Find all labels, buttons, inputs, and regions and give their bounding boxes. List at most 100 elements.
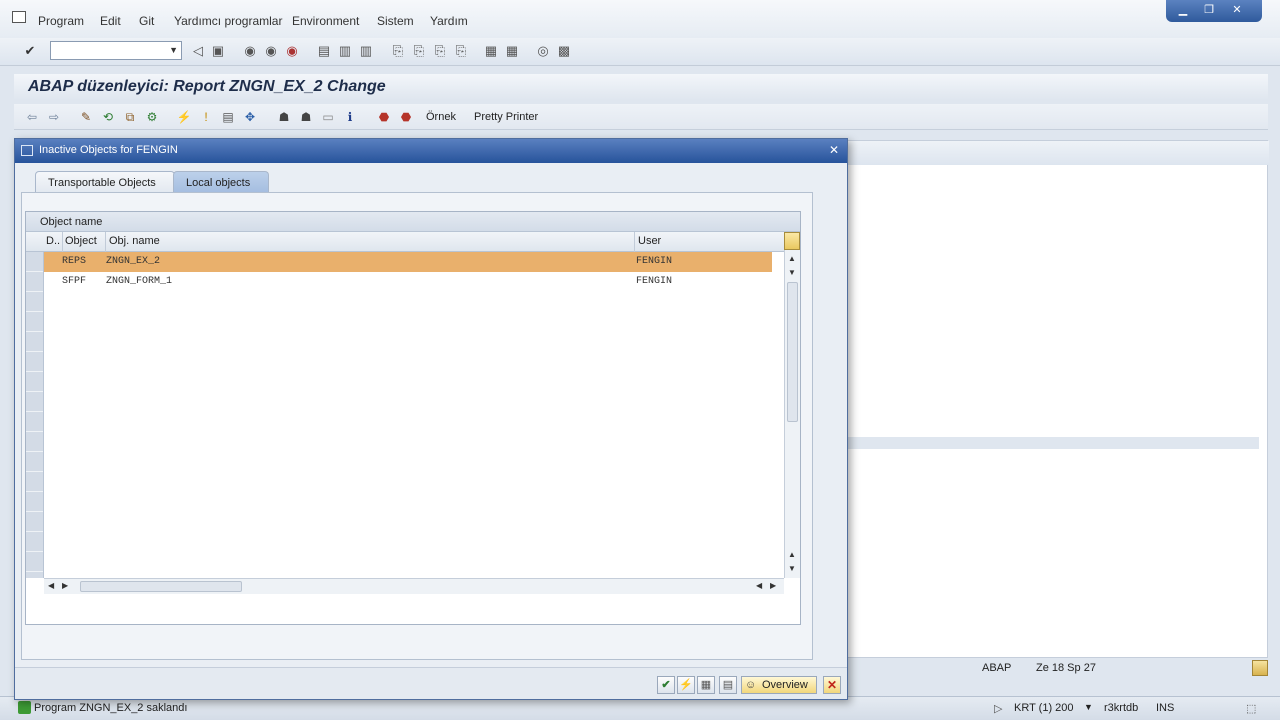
cancel-button[interactable]: ✕: [823, 676, 841, 694]
column-divider[interactable]: [634, 232, 635, 252]
tab-transportable-objects[interactable]: Transportable Objects: [35, 171, 175, 193]
display-change-icon[interactable]: ✎: [78, 109, 94, 125]
first-page-icon[interactable]: ⎘: [390, 43, 406, 59]
back-arrow-icon[interactable]: ⇦: [24, 109, 40, 125]
layout-menu-icon[interactable]: ▩: [556, 43, 572, 59]
restore-icon[interactable]: ❐: [1200, 4, 1218, 17]
scroll-left-icon[interactable]: ◀: [756, 581, 762, 590]
overview-label: Overview: [762, 679, 808, 691]
column-header-user[interactable]: User: [638, 235, 661, 247]
save-icon[interactable]: ▣: [210, 43, 226, 59]
horizontal-scrollbar[interactable]: ◀ ▶ ◀ ▶: [44, 578, 784, 594]
info-icon[interactable]: ℹ: [342, 109, 358, 125]
dialog-title-bar: Inactive Objects for FENGIN ✕: [15, 139, 847, 163]
shortcut-icon[interactable]: ▦: [504, 43, 520, 59]
standard-toolbar: ✔ ▼ ◁ ▣ ◉ ◉ ◉ ▤ ▥ ▥ ⎘ ⎘ ⎘ ⎘ ▦ ▦ ◎ ▩: [0, 38, 1280, 66]
table-row[interactable]: SFPF ZNGN_FORM_1 FENGIN: [44, 272, 772, 292]
system-info: KRT (1) 200: [1014, 702, 1074, 714]
status-info: ABAP Ze 18 Sp 27: [848, 658, 1280, 680]
scroll-up-icon[interactable]: ▲: [788, 550, 796, 559]
activate-icon[interactable]: ⚡: [176, 109, 192, 125]
status-message: Program ZNGN_EX_2 saklandı: [34, 702, 188, 714]
navigate-icon[interactable]: ✥: [242, 109, 258, 125]
scroll-up-icon[interactable]: ▲: [788, 254, 796, 263]
vertical-scrollbar[interactable]: ▲ ▼ ▲ ▼: [784, 232, 800, 578]
column-header-d[interactable]: D..: [46, 235, 60, 247]
navigation-window-icon[interactable]: ☗: [298, 109, 314, 125]
menu-bar: Program Edit Git Yardımcı programlar Env…: [0, 0, 1280, 38]
cancel-icon[interactable]: ◉: [284, 43, 300, 59]
menu-system[interactable]: Sistem: [377, 14, 414, 28]
table-row[interactable]: REPS ZNGN_EX_2 FENGIN: [44, 252, 772, 272]
column-divider[interactable]: [105, 232, 106, 252]
exit-icon[interactable]: ◉: [263, 43, 279, 59]
scroll-right-icon[interactable]: ▶: [62, 581, 68, 590]
new-session-icon[interactable]: ▦: [483, 43, 499, 59]
help-icon[interactable]: ◎: [535, 43, 551, 59]
column-header-object[interactable]: Object: [65, 235, 97, 247]
scroll-thumb[interactable]: [787, 282, 798, 422]
forward-arrow-icon[interactable]: ⇨: [46, 109, 62, 125]
close-icon[interactable]: ✕: [829, 143, 839, 157]
details-icon[interactable]: ▤: [719, 676, 737, 694]
command-field[interactable]: ▼: [50, 41, 182, 60]
scroll-left-icon[interactable]: ◀: [48, 581, 54, 590]
enter-icon[interactable]: ✔: [22, 43, 38, 59]
next-page-icon[interactable]: ⎘: [432, 43, 448, 59]
grid-layout-icon[interactable]: [784, 232, 800, 250]
inactive-objects-dialog: Inactive Objects for FENGIN ✕ Transporta…: [14, 138, 848, 700]
column-divider[interactable]: [62, 232, 63, 252]
cell-object: REPS: [62, 256, 87, 267]
pretty-printer-button[interactable]: Pretty Printer: [474, 111, 538, 123]
back-icon[interactable]: ◉: [242, 43, 258, 59]
other-object-icon[interactable]: ⧉: [122, 109, 138, 125]
system-dropdown-icon[interactable]: ▼: [1084, 702, 1093, 712]
minimize-icon[interactable]: ▁: [1174, 4, 1192, 17]
menu-program[interactable]: Program: [38, 14, 84, 28]
expand-status-icon[interactable]: ▷: [994, 702, 1002, 715]
scroll-down-icon[interactable]: ▼: [788, 268, 796, 277]
menu-help[interactable]: Yardım: [430, 14, 468, 28]
example-button[interactable]: Örnek: [426, 111, 456, 123]
menu-git[interactable]: Git: [139, 14, 154, 28]
fullscreen-icon[interactable]: ▭: [320, 109, 336, 125]
active-inactive-icon[interactable]: ⟲: [100, 109, 116, 125]
server-name: r3krtdb: [1104, 702, 1139, 714]
set-breakpoint-icon[interactable]: ⬣: [376, 109, 392, 125]
scroll-right-icon[interactable]: ▶: [770, 581, 776, 590]
back-arrow-icon[interactable]: ◁: [190, 43, 206, 59]
test-icon[interactable]: !: [198, 109, 214, 125]
where-used-icon[interactable]: ▤: [220, 109, 236, 125]
input-mode: INS: [1156, 702, 1175, 714]
object-list-icon[interactable]: ☗: [276, 109, 292, 125]
print-icon[interactable]: ▤: [316, 43, 332, 59]
system-menu-icon[interactable]: [12, 11, 26, 23]
overview-button[interactable]: ☺ Overview: [741, 676, 817, 694]
external-breakpoint-icon[interactable]: ⬣: [398, 109, 414, 125]
window-icon: [21, 145, 33, 156]
close-window-icon[interactable]: ✕: [1228, 4, 1246, 17]
menu-environment[interactable]: Environment: [292, 14, 359, 28]
chevron-down-icon[interactable]: ▼: [169, 45, 178, 55]
grid-caption-label: Object name: [40, 216, 103, 228]
status-options-icon[interactable]: ⬚: [1246, 702, 1256, 715]
cell-user: FENGIN: [636, 256, 673, 267]
activate-icon[interactable]: ⚡: [677, 676, 695, 694]
column-header-obj-name[interactable]: Obj. name: [109, 235, 160, 247]
select-all-icon[interactable]: ▦: [697, 676, 715, 694]
menu-edit[interactable]: Edit: [100, 14, 121, 28]
last-page-icon[interactable]: ⎘: [453, 43, 469, 59]
dialog-footer: ✔ ⚡ ▦ ▤ ☺ Overview ✕: [15, 667, 847, 699]
tab-local-objects[interactable]: Local objects: [173, 171, 269, 193]
scroll-thumb[interactable]: [80, 581, 242, 592]
confirm-icon[interactable]: ✔: [657, 676, 675, 694]
check-icon[interactable]: ⚙: [144, 109, 160, 125]
title-bar: ABAP düzenleyici: Report ZNGN_EX_2 Chang…: [14, 74, 1268, 100]
scroll-down-icon[interactable]: ▼: [788, 564, 796, 573]
menu-utilities[interactable]: Yardımcı programlar: [174, 14, 282, 28]
previous-page-icon[interactable]: ⎘: [411, 43, 427, 59]
find-icon[interactable]: ▥: [337, 43, 353, 59]
row-selector-column[interactable]: [26, 232, 44, 578]
find-next-icon[interactable]: ▥: [358, 43, 374, 59]
lock-icon[interactable]: [1252, 660, 1268, 676]
